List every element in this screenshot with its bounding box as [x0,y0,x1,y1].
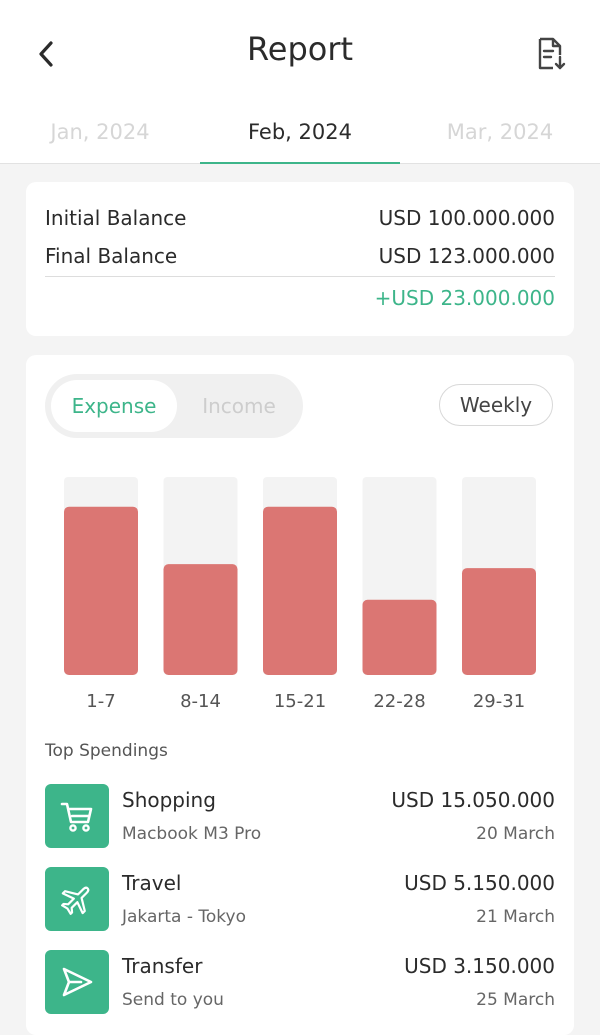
cart-icon [60,802,93,832]
spending-date: 25 March [476,990,555,1010]
spending-description: Jakarta - Tokyo [122,907,247,927]
x-tick-label: 22-28 [373,691,425,712]
spending-name: Transfer [122,954,203,978]
final-balance-value: USD 123.000.000 [378,244,555,268]
spending-amount: USD 15.050.000 [391,788,555,812]
weekly-bar-chart: 1-7 8-14 15-21 22-28 29-31 [64,477,536,712]
top-spendings-label: Top Spendings [45,741,168,761]
spending-item-travel[interactable]: Travel Jakarta - Tokyo USD 5.150.000 21 … [45,867,555,933]
expense-toggle-button[interactable]: Expense [51,380,177,432]
final-balance-row: Final Balance USD 123.000.000 [45,241,555,271]
spending-amount: USD 5.150.000 [404,871,555,895]
bar-1-7[interactable] [64,506,138,675]
spending-icon-tile [45,950,109,1014]
final-balance-label: Final Balance [45,244,178,268]
spending-icon-tile [45,867,109,931]
month-tabs: Jan, 2024 Feb, 2024 Mar, 2024 [0,108,600,164]
spending-icon-tile [45,784,109,848]
x-tick-label: 29-31 [473,691,525,712]
initial-balance-row: Initial Balance USD 100.000.000 [45,203,555,233]
income-toggle-button[interactable]: Income [181,380,297,432]
initial-balance-label: Initial Balance [45,206,187,230]
tab-jan-2024[interactable]: Jan, 2024 [0,108,200,163]
bar-29-31[interactable] [462,568,536,675]
bar-8-14[interactable] [163,564,238,675]
spending-date: 21 March [476,907,555,927]
send-icon [62,967,93,997]
expense-chart-card: Expense Income Weekly 1-7 8-14 15-21 22-28 2… [26,355,574,1035]
x-tick-label: 15-21 [274,691,326,712]
initial-balance-value: USD 100.000.000 [378,206,555,230]
spending-description: Send to you [122,990,224,1010]
app-header: Report Jan, 2024 Feb, 2024 Mar, 2024 [0,0,600,164]
export-report-button[interactable] [532,34,572,74]
page-title: Report [246,30,354,68]
spending-item-transfer[interactable]: Transfer Send to you USD 3.150.000 25 Ma… [45,950,555,1016]
spending-name: Travel [122,871,182,895]
tab-mar-2024[interactable]: Mar, 2024 [400,108,600,163]
balance-card: Initial Balance USD 100.000.000 Final Ba… [26,182,574,336]
balance-divider [45,276,555,277]
bar-15-21[interactable] [263,506,337,675]
balance-difference: +USD 23.000.000 [374,286,555,310]
bar-22-28[interactable] [362,599,437,675]
airplane-icon [61,886,90,915]
period-selector-button[interactable]: Weekly [439,384,553,426]
x-tick-label: 1-7 [86,691,115,712]
spending-amount: USD 3.150.000 [404,954,555,978]
spending-date: 20 March [476,824,555,844]
x-tick-label: 8-14 [180,691,221,712]
tab-feb-2024[interactable]: Feb, 2024 [200,108,400,164]
spending-description: Macbook M3 Pro [122,824,262,844]
spending-name: Shopping [122,788,216,812]
expense-income-toggle: Expense Income [45,374,303,438]
document-download-icon [538,37,566,70]
spending-item-shopping[interactable]: Shopping Macbook M3 Pro USD 15.050.000 2… [45,784,555,850]
